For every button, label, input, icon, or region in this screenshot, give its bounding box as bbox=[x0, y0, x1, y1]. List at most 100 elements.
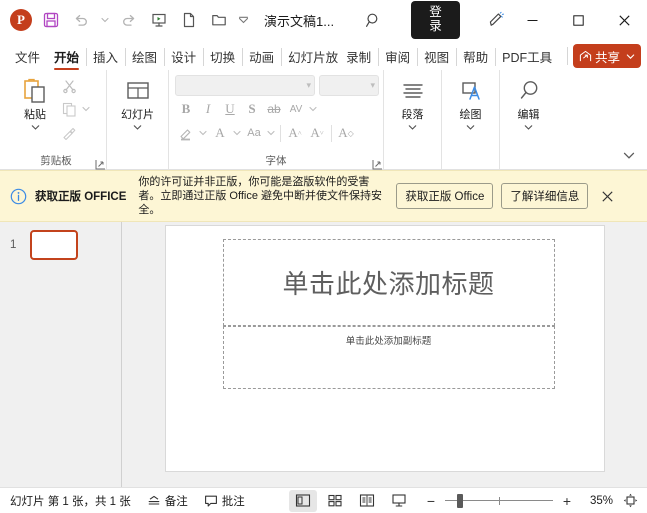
redo-button[interactable] bbox=[114, 5, 144, 35]
slide-canvas[interactable]: 单击此处添加标题 单击此处添加副标题 bbox=[164, 225, 605, 472]
paste-button[interactable]: 粘贴 bbox=[12, 73, 58, 133]
copy-button[interactable] bbox=[58, 98, 80, 120]
maximize-button[interactable] bbox=[555, 0, 601, 40]
tab-insert[interactable]: 插入 bbox=[87, 44, 127, 70]
open-folder-button[interactable] bbox=[204, 5, 234, 35]
divider bbox=[331, 124, 332, 142]
ink-tools-button[interactable] bbox=[482, 6, 509, 34]
chevron-down-icon bbox=[408, 125, 417, 130]
paragraph-icon bbox=[399, 75, 427, 109]
zoom-out-button[interactable]: − bbox=[423, 491, 439, 511]
slide-sorter-button[interactable] bbox=[321, 490, 349, 512]
close-icon bbox=[618, 14, 630, 26]
format-painter-button[interactable] bbox=[58, 121, 80, 143]
tab-record[interactable]: 录制 bbox=[340, 44, 380, 70]
minimize-button[interactable] bbox=[509, 0, 555, 40]
chevron-down-icon: ▾ bbox=[370, 80, 375, 90]
tab-home[interactable]: 开始 bbox=[48, 44, 88, 70]
drawing-button[interactable]: 绘图 bbox=[448, 73, 493, 133]
increase-font-size-button[interactable]: A ˄ bbox=[284, 122, 306, 144]
normal-view-button[interactable] bbox=[289, 489, 317, 512]
copy-dropdown[interactable] bbox=[80, 98, 92, 120]
dismiss-message-button[interactable] bbox=[596, 185, 618, 207]
new-document-button[interactable] bbox=[174, 5, 204, 35]
new-slide-button[interactable]: 幻灯片 bbox=[115, 73, 161, 133]
paste-dropdown[interactable] bbox=[31, 122, 40, 133]
signin-button[interactable]: 登录 bbox=[410, 1, 461, 39]
reading-view-button[interactable] bbox=[353, 490, 381, 512]
save-button[interactable] bbox=[36, 5, 66, 35]
paragraph-dropdown[interactable] bbox=[408, 122, 417, 133]
customize-qat-button[interactable] bbox=[234, 6, 252, 34]
font-size-combo[interactable]: ▾ bbox=[319, 75, 379, 96]
tab-pdf-tools[interactable]: PDF工具集 bbox=[496, 44, 552, 70]
clear-formatting-button[interactable]: A ◇ bbox=[335, 122, 357, 144]
tab-transitions[interactable]: 切换 bbox=[204, 44, 244, 70]
get-genuine-office-button[interactable]: 获取正版 Office bbox=[396, 183, 494, 209]
fit-to-window-button[interactable] bbox=[619, 490, 641, 512]
tab-view[interactable]: 视图 bbox=[418, 44, 458, 70]
undo-button[interactable] bbox=[66, 5, 96, 35]
cut-button[interactable] bbox=[58, 75, 80, 97]
underline-button[interactable]: U bbox=[219, 98, 241, 120]
chevron-down-icon: ▾ bbox=[306, 80, 311, 90]
paragraph-button[interactable]: 段落 bbox=[390, 73, 435, 133]
font-name-combo[interactable]: ▾ bbox=[175, 75, 315, 96]
text-highlight-dropdown[interactable] bbox=[197, 122, 209, 144]
strikethrough-button[interactable]: ab bbox=[263, 98, 285, 120]
slide-thumbnail-pane[interactable]: 1 bbox=[0, 222, 122, 487]
tab-draw[interactable]: 绘图 bbox=[126, 44, 166, 70]
italic-button[interactable]: I bbox=[197, 98, 219, 120]
change-case-button[interactable]: Aa bbox=[243, 122, 265, 144]
drawing-dropdown[interactable] bbox=[466, 122, 475, 133]
undo-dropdown[interactable] bbox=[96, 6, 114, 34]
collapse-ribbon-button[interactable] bbox=[621, 147, 637, 163]
tab-slideshow[interactable]: 幻灯片放映 bbox=[282, 44, 338, 70]
comment-icon bbox=[204, 495, 217, 507]
character-spacing-dropdown[interactable] bbox=[307, 98, 319, 120]
editing-button[interactable]: 编辑 bbox=[506, 73, 551, 133]
slideshow-view-button[interactable] bbox=[385, 490, 413, 512]
paste-icon bbox=[20, 75, 50, 109]
tab-file[interactable]: 文件 bbox=[9, 44, 46, 70]
chevron-down-icon bbox=[466, 125, 475, 130]
tab-help[interactable]: 帮助 bbox=[457, 44, 497, 70]
chevron-down-icon bbox=[133, 125, 142, 130]
close-button[interactable] bbox=[601, 0, 647, 40]
new-slide-dropdown[interactable] bbox=[133, 122, 142, 133]
tab-design[interactable]: 设计 bbox=[165, 44, 205, 70]
decrease-font-size-button[interactable]: A ˅ bbox=[306, 122, 328, 144]
thumbnail-item[interactable]: 1 bbox=[0, 230, 121, 260]
zoom-in-button[interactable]: + bbox=[559, 491, 575, 511]
bold-button[interactable]: B bbox=[175, 98, 197, 120]
notes-icon bbox=[148, 495, 160, 505]
editing-dropdown[interactable] bbox=[524, 122, 533, 133]
start-slideshow-button[interactable] bbox=[144, 5, 174, 35]
tab-review[interactable]: 审阅 bbox=[379, 44, 419, 70]
comments-button[interactable]: 批注 bbox=[196, 490, 253, 512]
clipboard-dialog-launcher[interactable] bbox=[95, 157, 106, 170]
notes-button[interactable]: 备注 bbox=[139, 490, 196, 512]
font-color-button[interactable]: A bbox=[209, 122, 231, 144]
text-shadow-button[interactable]: S bbox=[241, 98, 263, 120]
subtitle-placeholder[interactable]: 单击此处添加副标题 bbox=[222, 326, 555, 389]
dialog-launcher-icon bbox=[372, 160, 382, 170]
title-placeholder[interactable]: 单击此处添加标题 bbox=[222, 239, 555, 326]
share-button[interactable]: 共享 bbox=[566, 44, 641, 68]
chevron-down-icon bbox=[199, 130, 207, 136]
font-color-dropdown[interactable] bbox=[231, 122, 243, 144]
chevron-down-icon bbox=[233, 130, 241, 136]
ribbon-tabs: 文件 开始 插入 绘图 设计 切换 动画 幻灯片放映 录制 审阅 视图 帮助 P… bbox=[0, 40, 647, 70]
font-dialog-launcher[interactable] bbox=[372, 157, 383, 170]
change-case-dropdown[interactable] bbox=[265, 122, 277, 144]
tab-animations[interactable]: 动画 bbox=[243, 44, 283, 70]
new-slide-label: 幻灯片 bbox=[121, 109, 154, 121]
text-highlight-button[interactable] bbox=[175, 122, 197, 144]
status-bar: 幻灯片 第 1 张，共 1 张 备注 批注 − + 35% bbox=[0, 487, 647, 513]
search-button[interactable] bbox=[360, 6, 387, 34]
learn-more-button[interactable]: 了解详细信息 bbox=[501, 183, 589, 209]
character-spacing-button[interactable]: AV bbox=[285, 98, 307, 120]
slide-thumbnail[interactable] bbox=[30, 230, 78, 260]
slider-handle[interactable] bbox=[457, 493, 463, 508]
zoom-slider[interactable] bbox=[445, 491, 553, 511]
